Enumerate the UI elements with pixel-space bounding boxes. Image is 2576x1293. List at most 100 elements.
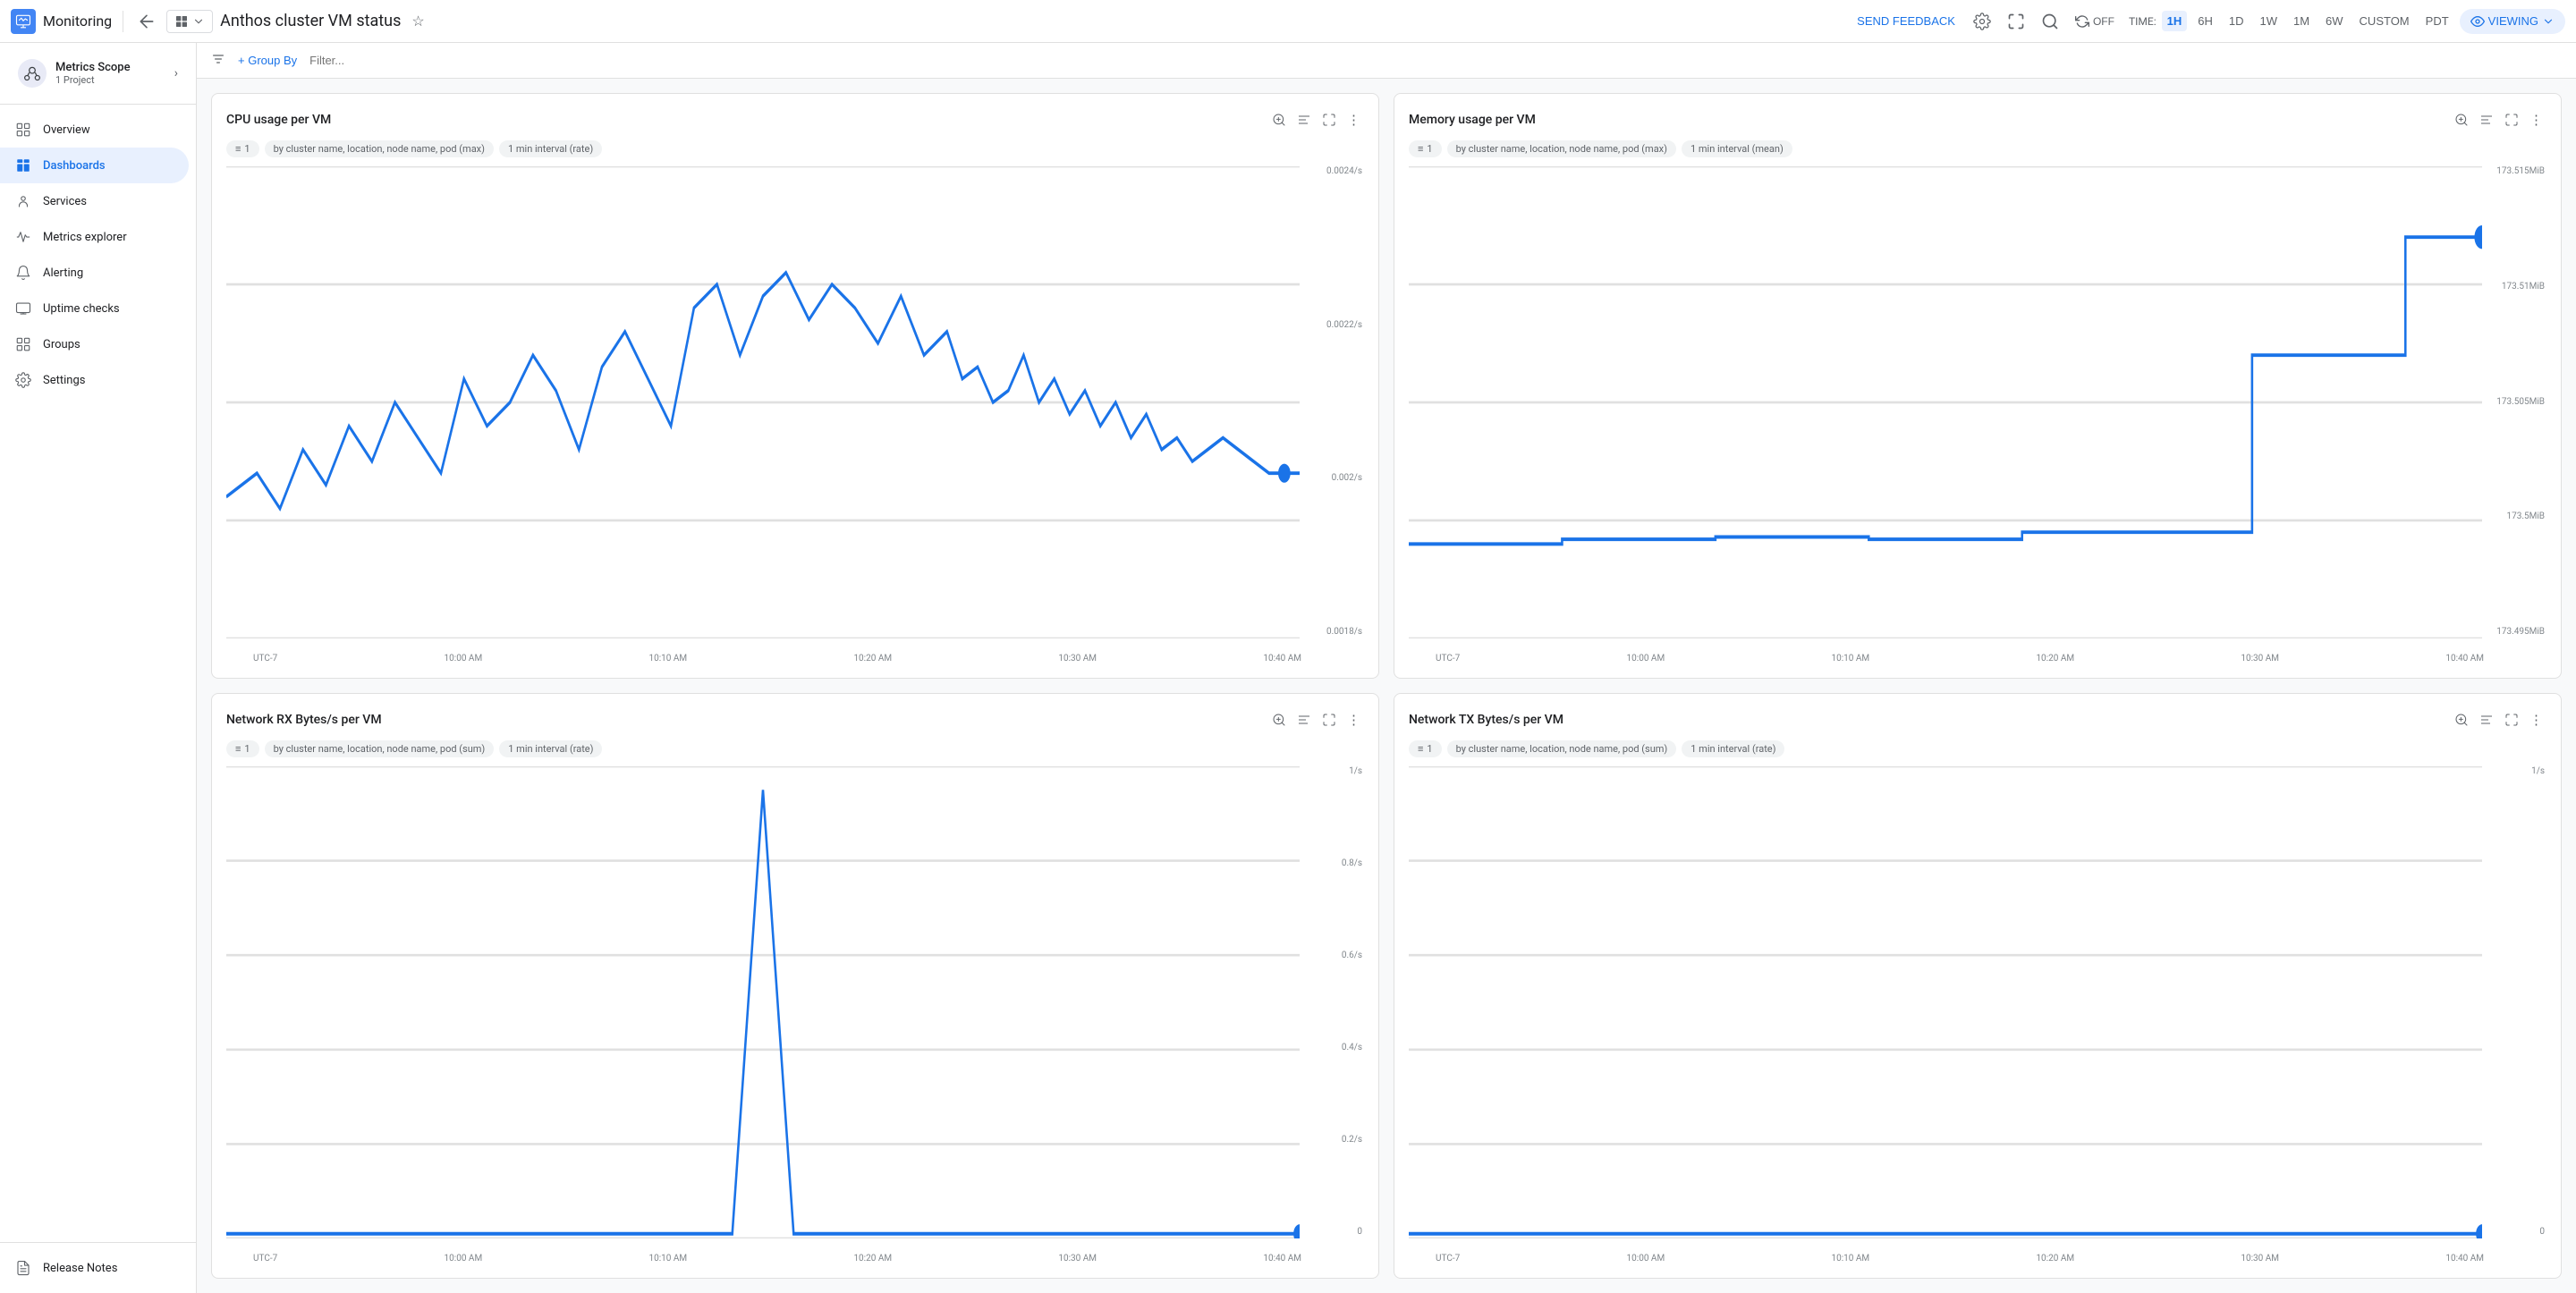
star-button[interactable]: ☆ [408, 9, 428, 34]
memory-legend-button[interactable] [2476, 109, 2497, 131]
tx-zoom-button[interactable] [2451, 709, 2472, 731]
search-button[interactable] [2036, 7, 2064, 36]
settings-icon-button[interactable] [1968, 7, 1996, 36]
network-tx-x-labels: UTC-7 10:00 AM 10:10 AM 10:20 AM 10:30 A… [1436, 1254, 2484, 1263]
rx-legend-button[interactable] [1293, 709, 1315, 731]
memory-chart-tags: ≡ 1 by cluster name, location, node name… [1409, 140, 2546, 157]
memory-chart-actions: ⋮ [2451, 108, 2546, 131]
memory-zoom-button[interactable] [2451, 109, 2472, 131]
group-by-button[interactable]: + Group By [233, 50, 302, 71]
app-icon [11, 9, 36, 34]
scope-info: Metrics Scope 1 Project [55, 61, 165, 86]
network-rx-y-labels: 1/s 0.8/s 0.6/s 0.4/s 0.2/s 0 [1301, 766, 1364, 1237]
time-6h-button[interactable]: 6H [2192, 11, 2218, 31]
memory-more-button[interactable]: ⋮ [2526, 108, 2546, 131]
tx-tag-label: by cluster name, location, node name, po… [1447, 740, 1677, 757]
tx-legend-button[interactable] [2476, 709, 2497, 731]
send-feedback-button[interactable]: SEND FEEDBACK [1850, 11, 1962, 31]
memory-y-labels: 173.515MiB 173.51MiB 173.505MiB 173.5MiB… [2484, 166, 2546, 637]
breadcrumb-dropdown[interactable] [166, 10, 213, 33]
sidebar-item-uptime-checks-label: Uptime checks [43, 302, 120, 316]
time-1d-button[interactable]: 1D [2224, 11, 2250, 31]
cpu-more-button[interactable]: ⋮ [1343, 108, 1364, 131]
sidebar-top: Metrics Scope 1 Project › [0, 43, 196, 105]
sidebar-item-alerting-label: Alerting [43, 266, 83, 280]
cpu-legend-button[interactable] [1293, 109, 1315, 131]
memory-tag-interval: 1 min interval (mean) [1682, 140, 1792, 157]
network-rx-chart-card: Network RX Bytes/s per VM ⋮ [211, 693, 1379, 1279]
time-1m-button[interactable]: 1M [2288, 11, 2315, 31]
network-rx-chart-header: Network RX Bytes/s per VM ⋮ [226, 708, 1364, 731]
viewing-label: VIEWING [2488, 14, 2538, 28]
topbar-left: Monitoring Anthos cluster VM status ☆ [11, 9, 428, 34]
scope-arrow-icon: › [174, 66, 178, 80]
sidebar-item-overview-label: Overview [43, 123, 90, 137]
sidebar-item-uptime-checks[interactable]: Uptime checks [0, 291, 189, 326]
time-1w-button[interactable]: 1W [2254, 11, 2283, 31]
cpu-zoom-button[interactable] [1268, 109, 1290, 131]
memory-chart-header: Memory usage per VM ⋮ [1409, 108, 2546, 131]
time-1h-button[interactable]: 1H [2162, 11, 2188, 31]
rx-zoom-button[interactable] [1268, 709, 1290, 731]
scope-name: Metrics Scope [55, 61, 165, 74]
metrics-scope-button[interactable]: Metrics Scope 1 Project › [14, 54, 182, 93]
cpu-usage-chart-header: CPU usage per VM ⋮ [226, 108, 1364, 131]
cpu-y-labels: 0.0024/s 0.0022/s 0.002/s 0.0018/s [1301, 166, 1364, 637]
sidebar-item-metrics-explorer-label: Metrics explorer [43, 231, 127, 244]
tx-expand-button[interactable] [2501, 709, 2522, 731]
sidebar-item-overview[interactable]: Overview [0, 112, 189, 148]
memory-expand-button[interactable] [2501, 109, 2522, 131]
metrics-explorer-icon [14, 228, 32, 246]
sidebar-nav: Overview Dashboards Services Metrics exp… [0, 105, 196, 1242]
content: + Group By CPU usage per VM [197, 43, 2576, 1293]
cpu-chart-actions: ⋮ [1268, 108, 1364, 131]
cpu-expand-button[interactable] [1318, 109, 1340, 131]
sidebar-item-release-notes[interactable]: Release Notes [0, 1250, 189, 1286]
network-tx-chart-svg [1409, 766, 2482, 1238]
network-rx-chart-svg [226, 766, 1300, 1238]
tx-tag-filter: ≡ 1 [1409, 740, 1442, 757]
cpu-chart-body: 0.0024/s 0.0022/s 0.002/s 0.0018/s UTC-7… [226, 166, 1364, 663]
dashboards-icon [14, 156, 32, 174]
time-pdt-button[interactable]: PDT [2420, 11, 2454, 31]
filter-toolbar: + Group By [197, 43, 2576, 79]
back-button[interactable] [134, 9, 159, 34]
sidebar-item-services[interactable]: Services [0, 183, 189, 219]
sidebar-item-groups[interactable]: Groups [0, 326, 189, 362]
memory-chart-area [1409, 166, 2482, 638]
network-rx-chart-actions: ⋮ [1268, 708, 1364, 731]
rx-more-button[interactable]: ⋮ [1343, 708, 1364, 731]
sidebar-item-services-label: Services [43, 195, 87, 208]
network-rx-chart-area [226, 766, 1300, 1238]
memory-chart-svg [1409, 166, 2482, 638]
rx-tag-label: by cluster name, location, node name, po… [265, 740, 495, 757]
memory-x-labels: UTC-7 10:00 AM 10:10 AM 10:20 AM 10:30 A… [1436, 654, 2484, 663]
filter-icon-tag: ≡ [235, 143, 241, 155]
viewing-button[interactable]: VIEWING [2460, 9, 2565, 34]
network-rx-chart-tags: ≡ 1 by cluster name, location, node name… [226, 740, 1364, 757]
network-tx-chart-header: Network TX Bytes/s per VM ⋮ [1409, 708, 2546, 731]
refresh-button[interactable]: OFF [2070, 11, 2120, 32]
sidebar-item-dashboards[interactable]: Dashboards [0, 148, 189, 183]
cpu-usage-chart-title: CPU usage per VM [226, 113, 1268, 127]
cpu-tag-label: by cluster name, location, node name, po… [265, 140, 494, 157]
fullscreen-button[interactable] [2002, 7, 2030, 36]
filter-input[interactable] [309, 54, 2562, 67]
charts-grid: CPU usage per VM ⋮ [197, 79, 2576, 1293]
sidebar-item-alerting[interactable]: Alerting [0, 255, 189, 291]
rx-tag-filter: ≡ 1 [226, 740, 259, 757]
network-tx-y-labels: 1/s 0 [2484, 766, 2546, 1237]
sidebar-item-settings[interactable]: Settings [0, 362, 189, 398]
time-custom-button[interactable]: CUSTOM [2354, 11, 2415, 31]
sidebar-item-dashboards-label: Dashboards [43, 159, 106, 173]
overview-icon [14, 121, 32, 139]
network-tx-chart-body: 1/s 0 UTC-7 10:00 AM 10:10 AM 10:20 AM 1… [1409, 766, 2546, 1263]
tx-more-button[interactable]: ⋮ [2526, 708, 2546, 731]
sidebar-item-settings-label: Settings [43, 374, 85, 387]
rx-expand-button[interactable] [1318, 709, 1340, 731]
memory-chart-title: Memory usage per VM [1409, 113, 2451, 127]
time-6w-button[interactable]: 6W [2320, 11, 2349, 31]
filter-icon [211, 52, 225, 70]
sidebar: Metrics Scope 1 Project › Overview Dashb… [0, 43, 197, 1293]
sidebar-item-metrics-explorer[interactable]: Metrics explorer [0, 219, 189, 255]
